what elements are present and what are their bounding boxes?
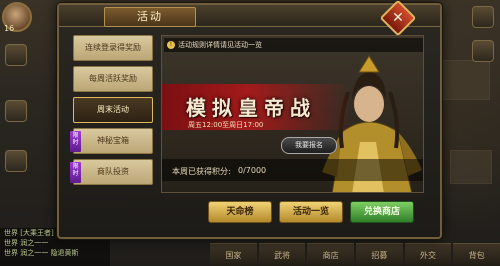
info-icon: ! [167, 41, 175, 49]
rules-notice: ! 活动规则详情请见活动一览 [164, 38, 423, 52]
exchange-shop-button[interactable]: 兑换商店 [350, 201, 414, 223]
bottom-tab-country[interactable]: 国家 [210, 243, 257, 266]
dialog-title: 活动 [104, 7, 196, 27]
activity-dialog: 活动 连续登录得奖励 每周活跃奖励 周末活动 限时 神秘宝箱 限时 商队投资 !… [57, 3, 442, 239]
activity-overview-button[interactable]: 活动一览 [279, 201, 343, 223]
event-time: 周五12:00至周日17:00 [188, 121, 264, 129]
hud-menu-icon[interactable] [5, 44, 27, 66]
sidebar-item-label: 神秘宝箱 [97, 136, 129, 145]
activity-sidebar: 连续登录得奖励 每周活跃奖励 周末活动 限时 神秘宝箱 限时 商队投资 [70, 35, 153, 193]
sidebar-item-login-reward[interactable]: 连续登录得奖励 [73, 35, 153, 61]
sidebar-item-label: 每周活跃奖励 [89, 74, 137, 83]
limited-time-badge: 限时 [70, 162, 81, 183]
limited-time-badge: 限时 [70, 131, 81, 152]
event-title: 模拟皇帝战 [186, 96, 316, 120]
activity-content: ! 活动规则详情请见活动一览 模拟皇帝战 周五12:00至周日17:00 本周已… [161, 35, 424, 193]
sidebar-item-label: 周末活动 [97, 105, 129, 114]
sidebar-item-label: 连续登录得奖励 [85, 43, 141, 52]
sidebar-item-label: 商队投资 [97, 167, 129, 176]
sidebar-item-weekly-active[interactable]: 每周活跃奖励 [73, 66, 153, 92]
player-level: 16 [4, 24, 15, 33]
bottom-tab-diplomacy[interactable]: 外交 [404, 243, 452, 266]
sidebar-item-mystery-chest[interactable]: 限时 神秘宝箱 [70, 128, 153, 154]
bottom-tab-recruit[interactable]: 招募 [356, 243, 403, 266]
hud-right [440, 0, 500, 266]
bottom-tab-bag[interactable]: 背包 [453, 243, 500, 266]
chat-line: 世界 润之一一 [4, 239, 49, 247]
rules-notice-text: 活动规则详情请见活动一览 [178, 41, 262, 49]
hud-left: 16 [0, 0, 58, 266]
sidebar-item-weekend-event[interactable]: 周末活动 [73, 97, 153, 123]
hud-menu-icon[interactable] [5, 100, 27, 122]
chat-line: 世界 润之一一 隐退黄斯 [4, 249, 79, 257]
sidebar-item-caravan-invest[interactable]: 限时 商队投资 [70, 159, 153, 185]
bottom-nav-bar: 国家 武将 商店 招募 外交 背包 [210, 243, 500, 266]
hud-building-icon[interactable] [472, 40, 494, 62]
score-value: 0/7000 [238, 166, 267, 175]
score-row: 本周已获得积分: 0/7000 [162, 159, 423, 181]
hud-map-icon[interactable] [472, 6, 494, 28]
rank-button[interactable]: 天命榜 [208, 201, 272, 223]
bottom-tab-shop[interactable]: 商店 [307, 243, 355, 266]
hud-menu-icon[interactable] [5, 150, 27, 172]
score-label: 本周已获得积分: [172, 167, 231, 176]
signup-button[interactable]: 我要报名 [281, 137, 337, 154]
bottom-tab-generals[interactable]: 武将 [258, 243, 306, 266]
close-icon: ✕ [392, 10, 404, 26]
